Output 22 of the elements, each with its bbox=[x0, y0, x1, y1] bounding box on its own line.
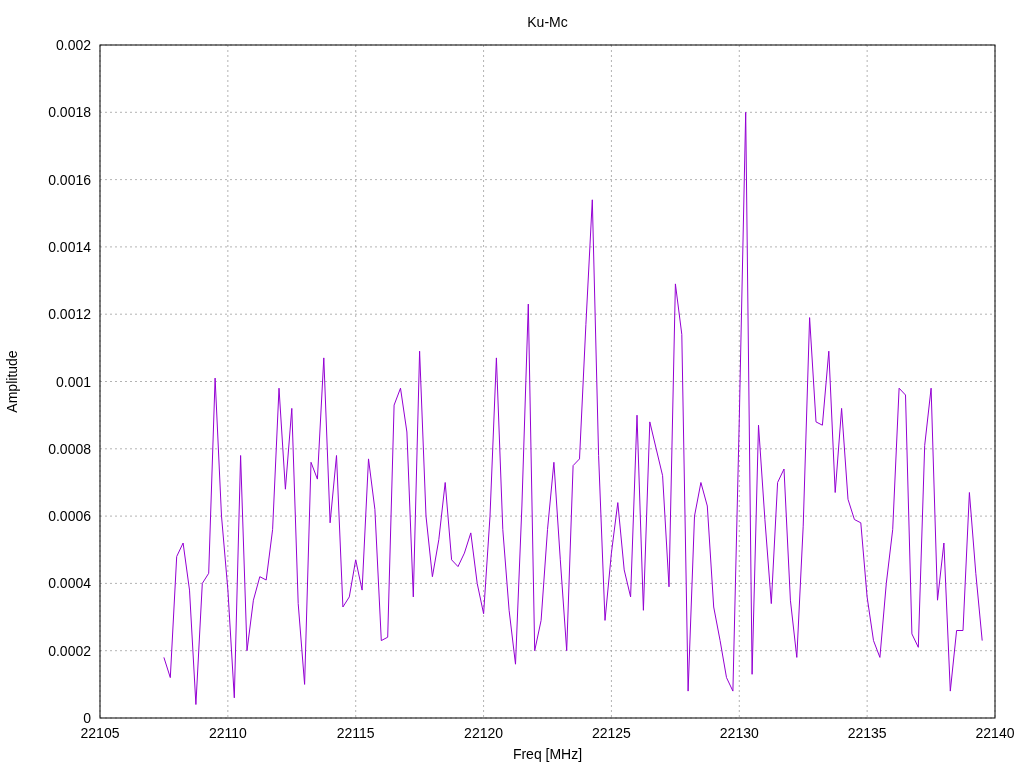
x-tick-label: 22105 bbox=[80, 725, 120, 741]
y-tick-label: 0.0014 bbox=[48, 238, 91, 255]
y-axis-label: Amplitude bbox=[4, 350, 20, 413]
x-tick-label: 22110 bbox=[208, 725, 247, 741]
x-tick-label: 22130 bbox=[719, 725, 759, 741]
x-tick-label: 22125 bbox=[591, 725, 631, 741]
y-tick-label: 0 bbox=[83, 710, 91, 726]
x-tick-label: 22135 bbox=[847, 725, 887, 741]
y-tick-label: 0.0006 bbox=[48, 508, 91, 525]
y-tick-label: 0.0008 bbox=[48, 440, 91, 457]
x-tick-label: 22115 bbox=[336, 725, 375, 741]
y-tick-label: 0.0012 bbox=[48, 306, 91, 323]
y-tick-label: 0.0016 bbox=[48, 171, 91, 188]
y-tick-label: 0.0004 bbox=[48, 575, 91, 592]
x-tick-label: 22120 bbox=[464, 725, 504, 741]
y-tick-label: 0.0002 bbox=[48, 642, 91, 659]
y-tick-label: 0.001 bbox=[55, 373, 91, 390]
x-tick-label: 22140 bbox=[975, 725, 1015, 741]
chart-title: Ku-Mc bbox=[527, 14, 568, 30]
y-tick-label: 0.0018 bbox=[48, 104, 91, 121]
y-tick-label: 0.002 bbox=[55, 37, 91, 53]
x-axis-label: Freq [MHz] bbox=[512, 746, 583, 762]
